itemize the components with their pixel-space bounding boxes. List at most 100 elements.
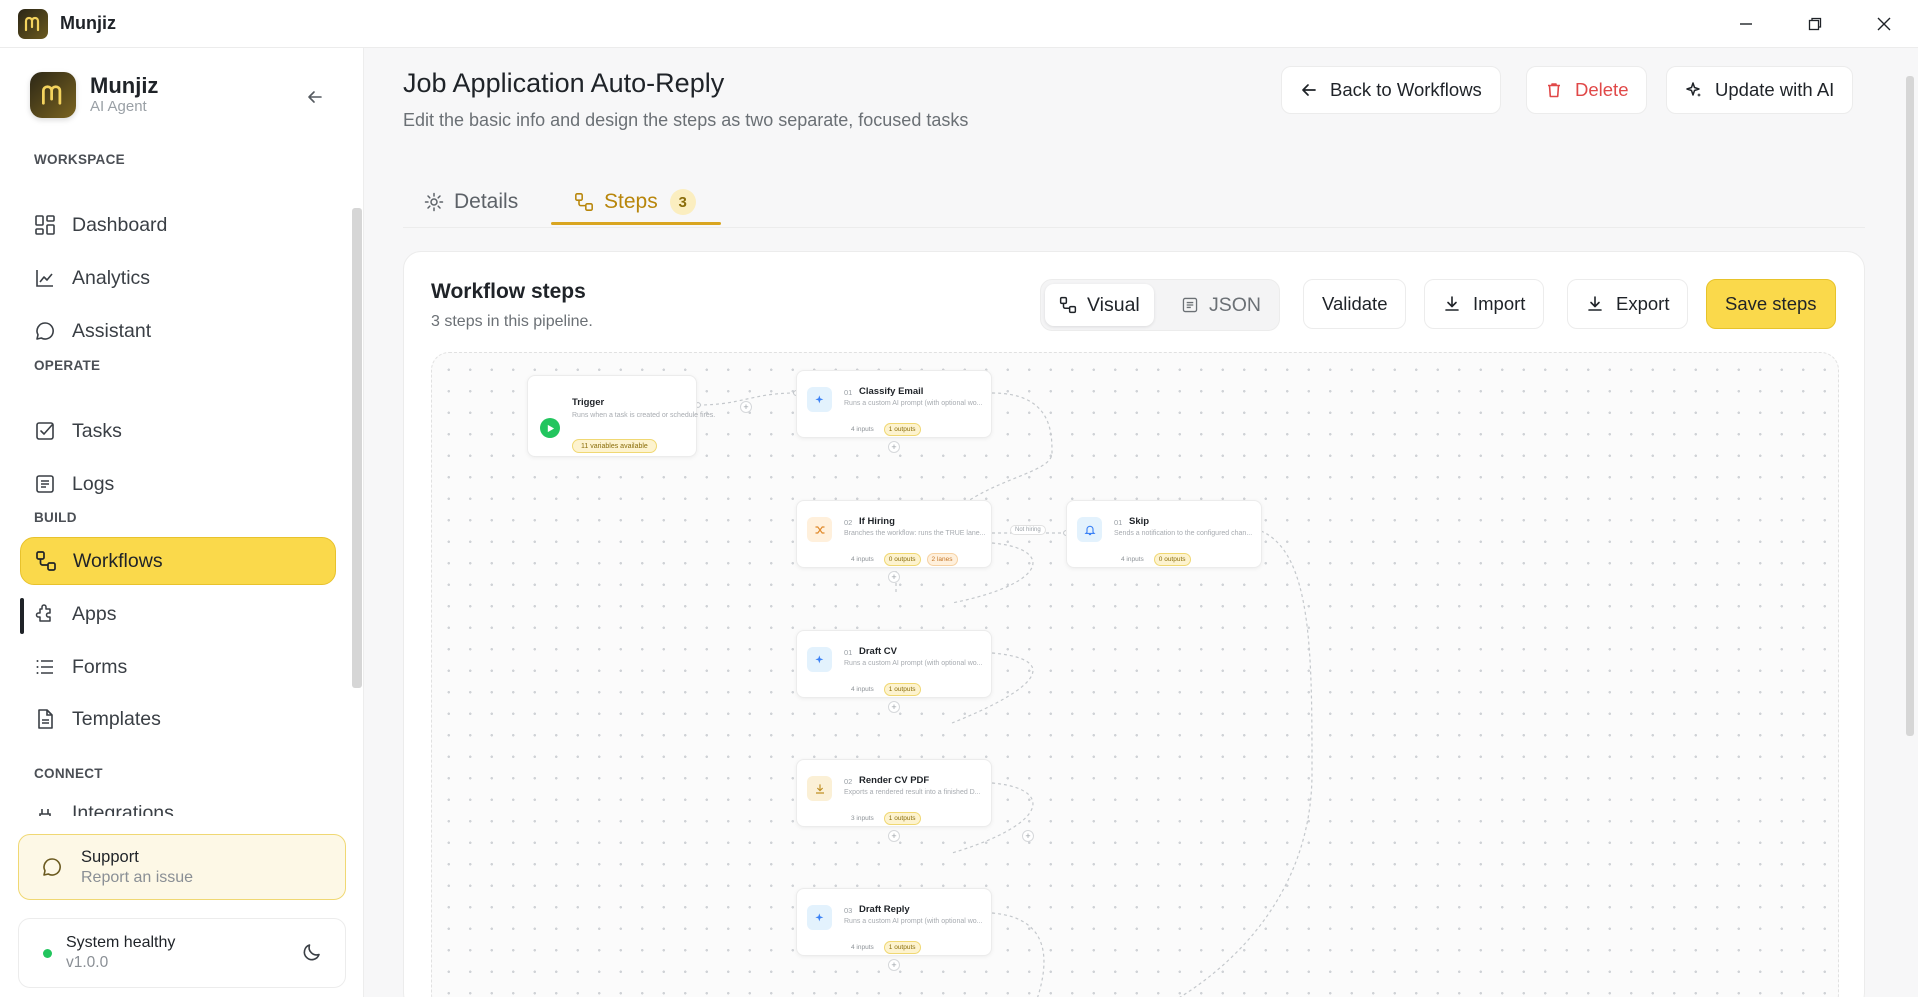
- trigger-title: Trigger: [572, 397, 605, 408]
- theme-toggle-button[interactable]: [301, 941, 323, 968]
- back-to-workflows-label: Back to Workflows: [1330, 79, 1482, 100]
- section-workspace: WORKSPACE: [34, 152, 125, 167]
- close-button[interactable]: [1849, 0, 1918, 48]
- delete-button[interactable]: Delete: [1526, 66, 1648, 114]
- sidebar-item-assistant[interactable]: Assistant: [20, 307, 336, 355]
- plug-icon: [32, 804, 58, 816]
- outputs-chip: 1 outputs: [883, 941, 921, 954]
- brand: Munjiz AI Agent: [30, 72, 158, 118]
- trash-icon: [1545, 81, 1563, 99]
- delete-label: Delete: [1575, 79, 1629, 100]
- visual-view-button[interactable]: Visual: [1045, 284, 1154, 326]
- step-title: Classify Email: [859, 386, 924, 397]
- json-view-button[interactable]: JSON: [1167, 284, 1275, 326]
- add-step-button[interactable]: +: [740, 401, 752, 413]
- add-step-button[interactable]: +: [1022, 830, 1034, 842]
- outputs-chip: 0 outputs: [1153, 553, 1191, 566]
- step-number: 01: [844, 648, 853, 657]
- window-titlebar: Munjiz: [0, 0, 1918, 48]
- grid-icon: [32, 212, 58, 238]
- step-node-draft-cv[interactable]: 01 Draft CV Runs a custom AI prompt (wit…: [796, 630, 992, 698]
- main-scrollbar[interactable]: [1906, 76, 1914, 736]
- step-node-render-cv-pdf[interactable]: 02 Render CV PDF Exports a rendered resu…: [796, 759, 992, 827]
- sidebar-item-analytics[interactable]: Analytics: [20, 254, 336, 302]
- add-step-button[interactable]: +: [888, 701, 900, 713]
- sidebar-item-label: Assistant: [72, 319, 152, 342]
- download-icon: [1443, 295, 1461, 313]
- add-step-button[interactable]: +: [888, 441, 900, 453]
- sidebar: Munjiz AI Agent WORKSPACE Dashboard Anal…: [0, 48, 364, 997]
- download-icon: [807, 776, 832, 801]
- step-number: 03: [844, 906, 853, 915]
- step-number: 02: [844, 518, 853, 527]
- branch-label: Not hiring: [1010, 525, 1046, 535]
- arrow-left-icon: [308, 91, 322, 103]
- brand-name: Munjiz: [90, 73, 159, 98]
- sidebar-item-templates[interactable]: Templates: [20, 695, 336, 743]
- validate-button[interactable]: Validate: [1303, 279, 1407, 329]
- steps-count-badge: 3: [669, 189, 696, 215]
- step-title: If Hiring: [859, 516, 895, 527]
- sidebar-item-label: Workflows: [73, 549, 163, 572]
- minimize-button[interactable]: [1711, 0, 1780, 48]
- section-connect: CONNECT: [34, 766, 103, 781]
- chat-bubble-icon: [39, 854, 65, 880]
- sidebar-item-integrations[interactable]: Integrations: [20, 796, 336, 816]
- minimize-icon: [1739, 23, 1752, 25]
- sidebar-item-dashboard[interactable]: Dashboard: [20, 201, 336, 249]
- sidebar-item-label: Apps: [72, 602, 117, 625]
- save-steps-button[interactable]: Save steps: [1706, 279, 1836, 329]
- sidebar-item-label: Dashboard: [72, 213, 168, 236]
- workflow-icon: [33, 548, 59, 574]
- add-step-button[interactable]: +: [888, 830, 900, 842]
- outputs-chip: 1 outputs: [883, 812, 921, 825]
- card-subtitle: 3 steps in this pipeline.: [431, 313, 593, 330]
- file-icon: [32, 706, 58, 732]
- app-logo-icon: [18, 8, 48, 39]
- maximize-button[interactable]: [1780, 0, 1849, 48]
- inputs-chip: 4 inputs: [851, 556, 874, 563]
- inputs-chip: 4 inputs: [1121, 556, 1144, 563]
- step-node-if-hiring[interactable]: 02 If Hiring Branches the workflow: runs…: [796, 500, 992, 568]
- active-tab-underline: [551, 222, 721, 225]
- play-icon: [540, 418, 560, 438]
- status-dot: [43, 948, 52, 958]
- add-step-button[interactable]: +: [888, 959, 900, 971]
- tab-details[interactable]: Details: [424, 176, 518, 228]
- outputs-chip: 1 outputs: [883, 683, 921, 696]
- collapse-sidebar-button[interactable]: [302, 84, 328, 110]
- step-node-draft-reply[interactable]: 03 Draft Reply Runs a custom AI prompt (…: [796, 888, 992, 956]
- workflow-icon: [1059, 296, 1077, 314]
- sidebar-scroll-thumb[interactable]: [352, 208, 362, 688]
- sidebar-item-tasks[interactable]: Tasks: [20, 407, 336, 455]
- brand-logo-icon: [30, 72, 76, 118]
- export-button[interactable]: Export: [1567, 279, 1689, 329]
- sidebar-item-apps[interactable]: Apps: [20, 590, 336, 638]
- trigger-node[interactable]: Trigger Runs when a task is created or s…: [527, 375, 715, 457]
- brand-subtitle: AI Agent: [90, 98, 147, 115]
- sidebar-scrollbar[interactable]: [350, 158, 362, 858]
- back-to-workflows-button[interactable]: Back to Workflows: [1281, 66, 1501, 114]
- sidebar-item-workflows[interactable]: Workflows: [20, 537, 336, 585]
- import-button[interactable]: Import: [1424, 279, 1545, 329]
- gear-icon: [424, 192, 444, 212]
- update-with-ai-button[interactable]: Update with AI: [1666, 66, 1854, 114]
- download-icon: [1586, 295, 1604, 313]
- sidebar-item-forms[interactable]: Forms: [20, 643, 336, 691]
- add-step-button[interactable]: +: [888, 571, 900, 583]
- step-title: Draft CV: [859, 646, 898, 657]
- tab-steps[interactable]: Steps 3: [574, 176, 696, 228]
- step-number: 02: [844, 777, 853, 786]
- sidebar-item-logs[interactable]: Logs: [20, 460, 336, 508]
- step-description: Runs a custom AI prompt (with optional w…: [844, 918, 983, 925]
- workflow-canvas[interactable]: Trigger Runs when a task is created or s…: [431, 352, 1839, 997]
- sparkle-icon: [807, 387, 832, 412]
- tab-label: Steps: [604, 190, 658, 213]
- section-operate: OPERATE: [34, 358, 101, 373]
- step-number: 01: [1114, 518, 1123, 527]
- support-button[interactable]: Support Report an issue: [18, 834, 346, 900]
- step-node-skip[interactable]: 01 Skip Sends a notification to the conf…: [1066, 500, 1262, 568]
- sidebar-item-label: Templates: [72, 707, 161, 730]
- variables-chip[interactable]: 11 variables available: [572, 439, 657, 453]
- step-node-classify-email[interactable]: 01 Classify Email Runs a custom AI promp…: [796, 370, 992, 438]
